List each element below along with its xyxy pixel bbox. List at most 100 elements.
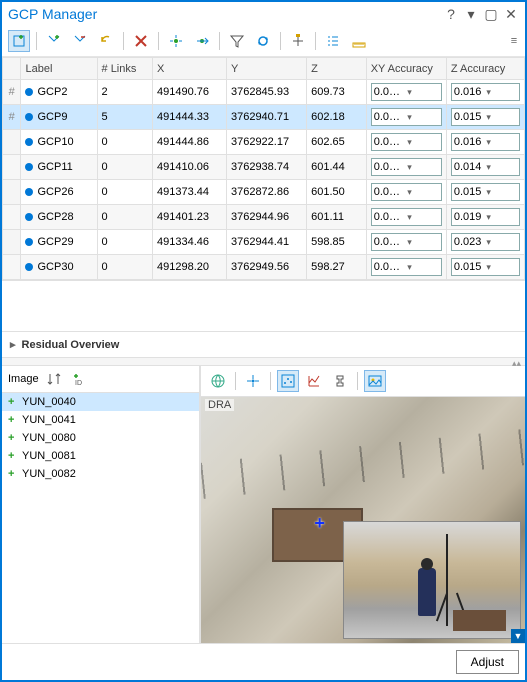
row-marker [3, 155, 21, 180]
table-row[interactable]: GCP110491410.063762938.74601.440.0078102… [3, 155, 525, 180]
table-row[interactable]: GCP260491373.443762872.86601.500.0078102… [3, 180, 525, 205]
table-row[interactable]: GCP290491334.463762944.41598.850.0128062… [3, 230, 525, 255]
compute-button[interactable] [287, 30, 309, 52]
cell-x: 491444.86 [153, 130, 227, 155]
cell-xyacc[interactable]: 0.008602325▾ [366, 130, 446, 155]
col-xyacc[interactable]: XY Accuracy [366, 58, 446, 80]
image-viewer[interactable]: DRA + ▼ [201, 397, 525, 643]
cell-z: 598.27 [307, 255, 367, 280]
viewer-pane: DRA + ▼ [200, 366, 525, 643]
inset-photo[interactable] [343, 521, 521, 639]
cell-zacc[interactable]: 0.019▾ [446, 205, 524, 230]
col-zacc[interactable]: Z Accuracy [446, 58, 524, 80]
image-list-item[interactable]: +YUN_0041 [2, 411, 199, 429]
col-x[interactable]: X [153, 58, 227, 80]
chevron-down-icon[interactable]: ▾ [407, 187, 439, 198]
maximize-icon[interactable]: ▢ [483, 6, 499, 22]
table-row[interactable]: GCP280491401.233762944.96601.110.0106301… [3, 205, 525, 230]
image-view-button[interactable] [364, 370, 386, 392]
globe-button[interactable] [207, 370, 229, 392]
cell-zacc[interactable]: 0.015▾ [446, 105, 524, 130]
add-image-id-button[interactable]: ID [69, 370, 87, 388]
cell-xyacc[interactable]: 0.006403124▾ [366, 80, 446, 105]
chevron-down-icon[interactable]: ▾ [407, 112, 439, 123]
dropdown-icon[interactable]: ▾ [463, 6, 479, 22]
cell-zacc[interactable]: 0.015▾ [446, 180, 524, 205]
image-list-item[interactable]: +YUN_0082 [2, 465, 199, 483]
pane-collapse-bar[interactable]: ▴▴ [2, 358, 525, 366]
sort-images-button[interactable] [45, 370, 63, 388]
adjust-button[interactable]: Adjust [456, 650, 519, 674]
chevron-down-icon[interactable]: ▾ [407, 262, 439, 273]
inset-mat [453, 610, 506, 631]
scatter-view-button[interactable] [277, 370, 299, 392]
cell-y: 3762922.17 [226, 130, 306, 155]
viewer-dropdown-button[interactable]: ▼ [511, 629, 525, 643]
table-row[interactable]: #GCP22491490.763762845.93609.730.0064031… [3, 80, 525, 105]
cell-zacc[interactable]: 0.016▾ [446, 130, 524, 155]
close-icon[interactable]: ✕ [503, 6, 519, 22]
link-button[interactable] [329, 370, 351, 392]
status-dot-icon [25, 263, 33, 271]
cell-xyacc[interactable]: 0.010630148▾ [366, 205, 446, 230]
table-row[interactable]: #GCP95491444.333762940.71602.180.0086023… [3, 105, 525, 130]
refresh-button[interactable] [252, 30, 274, 52]
list-view-button[interactable] [322, 30, 344, 52]
row-marker [3, 130, 21, 155]
chevron-down-icon[interactable]: ▾ [486, 87, 517, 98]
image-list-item[interactable]: +YUN_0040 [2, 393, 199, 411]
cell-xyacc[interactable]: 0.00781025▾ [366, 255, 446, 280]
target-button[interactable] [242, 370, 264, 392]
table-row[interactable]: GCP100491444.863762922.17602.650.0086023… [3, 130, 525, 155]
chevron-down-icon[interactable]: ▾ [486, 212, 517, 223]
chevron-down-icon[interactable]: ▾ [407, 162, 439, 173]
chevron-down-icon[interactable]: ▾ [486, 262, 517, 273]
cell-xyacc[interactable]: 0.008602325▾ [366, 105, 446, 130]
table-row[interactable]: GCP300491298.203762949.56598.270.0078102… [3, 255, 525, 280]
chevron-down-icon[interactable]: ▾ [486, 237, 517, 248]
cell-zacc[interactable]: 0.023▾ [446, 230, 524, 255]
cell-links: 0 [97, 205, 152, 230]
export-gcps-button[interactable] [69, 30, 91, 52]
filter-button[interactable] [226, 30, 248, 52]
undo-button[interactable] [95, 30, 117, 52]
image-list-header[interactable]: Image [8, 373, 39, 385]
cell-xyacc[interactable]: 0.00781025▾ [366, 155, 446, 180]
toolbar-menu-button[interactable]: ≡ [509, 35, 519, 47]
cell-x: 491334.46 [153, 230, 227, 255]
chevron-down-icon[interactable]: ▾ [486, 187, 517, 198]
chevron-down-icon[interactable]: ▾ [486, 162, 517, 173]
import-gcps-button[interactable] [43, 30, 65, 52]
col-y[interactable]: Y [226, 58, 306, 80]
delete-button[interactable] [130, 30, 152, 52]
cell-zacc[interactable]: 0.015▾ [446, 255, 524, 280]
cell-zacc[interactable]: 0.014▾ [446, 155, 524, 180]
image-list-item[interactable]: +YUN_0080 [2, 429, 199, 447]
profile-view-button[interactable] [303, 370, 325, 392]
cell-xyacc[interactable]: 0.012806248▾ [366, 230, 446, 255]
add-gcp-button[interactable] [8, 30, 30, 52]
chevron-down-icon[interactable]: ▾ [407, 87, 439, 98]
chevron-down-icon[interactable]: ▾ [486, 112, 517, 123]
viewer-scene-fence [201, 429, 525, 499]
gcp-table: Label # Links X Y Z XY Accuracy Z Accura… [2, 57, 525, 281]
zoom-to-all-button[interactable] [191, 30, 213, 52]
cell-label: GCP26 [21, 180, 97, 205]
residual-overview-header[interactable]: ▸ Residual Overview [2, 331, 525, 358]
col-links[interactable]: # Links [97, 58, 152, 80]
cell-y: 3762944.96 [226, 205, 306, 230]
col-label[interactable]: Label [21, 58, 97, 80]
cell-label: GCP2 [21, 80, 97, 105]
col-z[interactable]: Z [307, 58, 367, 80]
help-icon[interactable]: ? [443, 6, 459, 22]
chevron-down-icon[interactable]: ▾ [486, 137, 517, 148]
cell-label: GCP9 [21, 105, 97, 130]
cell-zacc[interactable]: 0.016▾ [446, 80, 524, 105]
cell-xyacc[interactable]: 0.00781025▾ [366, 180, 446, 205]
image-list-item[interactable]: +YUN_0081 [2, 447, 199, 465]
chevron-down-icon[interactable]: ▾ [407, 137, 439, 148]
chevron-down-icon[interactable]: ▾ [407, 237, 439, 248]
measure-button[interactable] [348, 30, 370, 52]
zoom-to-gcp-button[interactable] [165, 30, 187, 52]
chevron-down-icon[interactable]: ▾ [407, 212, 439, 223]
